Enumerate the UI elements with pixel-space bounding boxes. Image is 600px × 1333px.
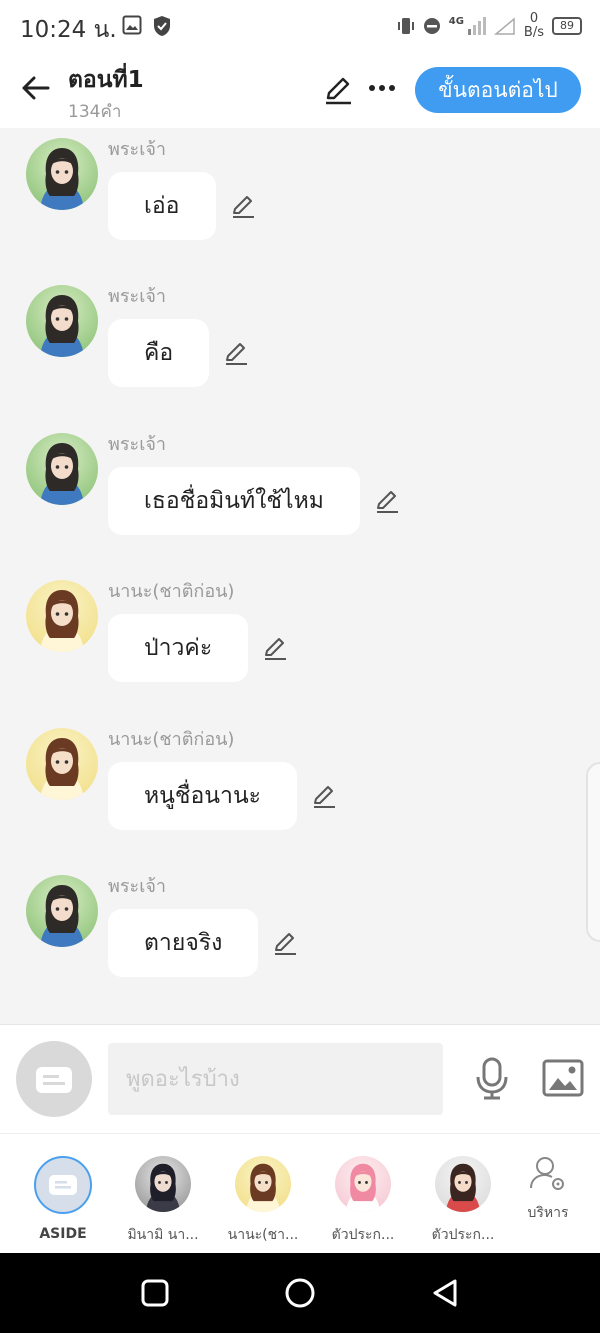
character-avatar	[235, 1156, 291, 1212]
aside-avatar	[34, 1156, 92, 1214]
message-bubble-row: เอ่อ	[108, 172, 256, 240]
character-avatar	[435, 1156, 491, 1212]
more-options-icon[interactable]	[368, 78, 396, 98]
character-label: ตัวประก...	[431, 1227, 495, 1243]
character-label: ตัวประก...	[331, 1227, 395, 1243]
signal-icon	[467, 17, 486, 35]
chat-message: พระเจ้า คือ	[0, 275, 600, 415]
speaker-avatar[interactable]	[26, 433, 98, 505]
chat-message: นานะ(ชาติก่อน) หนูชื่อนานะ	[0, 718, 600, 858]
edit-message-pencil-icon[interactable]	[311, 783, 337, 809]
gallery-icon	[122, 15, 142, 35]
speaker-name: พระเจ้า	[108, 139, 167, 160]
home-icon[interactable]	[284, 1277, 316, 1309]
message-bubble-row: คือ	[108, 319, 249, 387]
next-step-button[interactable]: ขั้นตอนต่อไป	[415, 67, 581, 113]
microphone-icon[interactable]	[474, 1057, 510, 1101]
character-avatar	[135, 1156, 191, 1212]
status-time: 10:24 น.	[20, 17, 117, 43]
back-triangle-icon[interactable]	[429, 1277, 461, 1309]
manage-characters[interactable]: บริหาร	[498, 1154, 598, 1224]
speaker-avatar[interactable]	[26, 138, 98, 210]
word-count: 134คำ	[68, 102, 122, 122]
status-system-icons: 4G 0 B/s 89	[397, 12, 582, 40]
speaker-avatar[interactable]	[26, 728, 98, 800]
editor-header: ตอนที่1 134คำ ขั้นตอนต่อไป	[0, 52, 600, 128]
battery-indicator: 89	[552, 17, 582, 35]
chat-message: พระเจ้า ตายจริง	[0, 865, 600, 1005]
character-selector-bar: ASIDE มินามิ นา... นานะ(ชา... ตัวประก...…	[0, 1133, 600, 1254]
signal-empty-icon	[493, 17, 515, 35]
aside-chat-icon	[49, 1175, 77, 1195]
network-type-label: 4G	[448, 15, 464, 27]
chat-message: พระเจ้า เอ่อ	[0, 128, 600, 268]
character-label: ASIDE	[39, 1226, 87, 1242]
character-label: บริหาร	[527, 1205, 569, 1221]
side-drawer-handle[interactable]	[586, 762, 600, 942]
character-label: นานะ(ชา...	[227, 1227, 299, 1243]
edit-message-pencil-icon[interactable]	[230, 193, 256, 219]
recent-apps-icon[interactable]	[139, 1277, 171, 1309]
edit-message-pencil-icon[interactable]	[262, 635, 288, 661]
message-bubble-row: ป่าวค่ะ	[108, 614, 288, 682]
status-notification-icons	[122, 15, 172, 37]
do-not-disturb-icon	[423, 18, 440, 34]
chat-message: นานะ(ชาติก่อน) ป่าวค่ะ	[0, 570, 600, 710]
speaker-name: พระเจ้า	[108, 434, 167, 455]
speaker-avatar[interactable]	[26, 285, 98, 357]
episode-title: ตอนที่1	[68, 67, 144, 93]
shield-icon	[154, 16, 170, 36]
speaker-name: พระเจ้า	[108, 286, 167, 307]
character-aside[interactable]: ASIDE	[13, 1156, 113, 1242]
aside-toggle-button[interactable]	[16, 1041, 92, 1117]
speaker-name: พระเจ้า	[108, 876, 167, 897]
speaker-name: นานะ(ชาติก่อน)	[108, 729, 235, 750]
speaker-avatar[interactable]	[26, 875, 98, 947]
edit-message-pencil-icon[interactable]	[223, 340, 249, 366]
message-bubble-row: หนูชื่อนานะ	[108, 762, 337, 830]
message-input-bar	[0, 1024, 600, 1134]
character-item[interactable]: ตัวประก...	[313, 1156, 413, 1246]
character-label: มินามิ นา...	[127, 1227, 199, 1243]
message-bubble[interactable]: ป่าวค่ะ	[108, 614, 249, 682]
user-settings-icon	[530, 1157, 564, 1190]
system-navigation-bar	[0, 1253, 600, 1333]
vibrate-icon	[397, 18, 414, 34]
speaker-name: นานะ(ชาติก่อน)	[108, 581, 235, 602]
message-bubble[interactable]: ตายจริง	[108, 909, 259, 977]
character-avatar	[335, 1156, 391, 1212]
edit-message-pencil-icon[interactable]	[374, 488, 400, 514]
status-bar: 10:24 น. 4G 0 B/s 89	[0, 0, 600, 52]
message-input[interactable]	[108, 1043, 443, 1115]
edit-title-pencil-icon[interactable]	[322, 74, 354, 106]
character-item[interactable]: มินามิ นา...	[113, 1156, 213, 1246]
network-speed-unit: B/s	[523, 25, 544, 40]
aside-chat-icon	[36, 1067, 72, 1093]
network-speed-value: 0	[529, 11, 539, 26]
chat-area[interactable]: พระเจ้า เอ่อ พระเจ้า คือ พระเจ้า เธอชื่อ…	[0, 128, 600, 1024]
edit-message-pencil-icon[interactable]	[272, 930, 298, 956]
chat-message: พระเจ้า เธอชื่อมินท์ใช้ไหม	[0, 423, 600, 563]
speaker-avatar[interactable]	[26, 580, 98, 652]
network-speed: 0 B/s	[524, 12, 544, 40]
message-bubble[interactable]: เอ่อ	[108, 172, 216, 240]
message-bubble[interactable]: หนูชื่อนานะ	[108, 762, 298, 830]
back-arrow-icon[interactable]	[20, 72, 52, 104]
message-bubble-row: ตายจริง	[108, 909, 298, 977]
character-item[interactable]: นานะ(ชา...	[213, 1156, 313, 1246]
message-bubble-row: เธอชื่อมินท์ใช้ไหม	[108, 467, 400, 535]
message-bubble[interactable]: คือ	[108, 319, 210, 387]
message-bubble[interactable]: เธอชื่อมินท์ใช้ไหม	[108, 467, 360, 535]
image-upload-icon[interactable]	[542, 1059, 584, 1097]
